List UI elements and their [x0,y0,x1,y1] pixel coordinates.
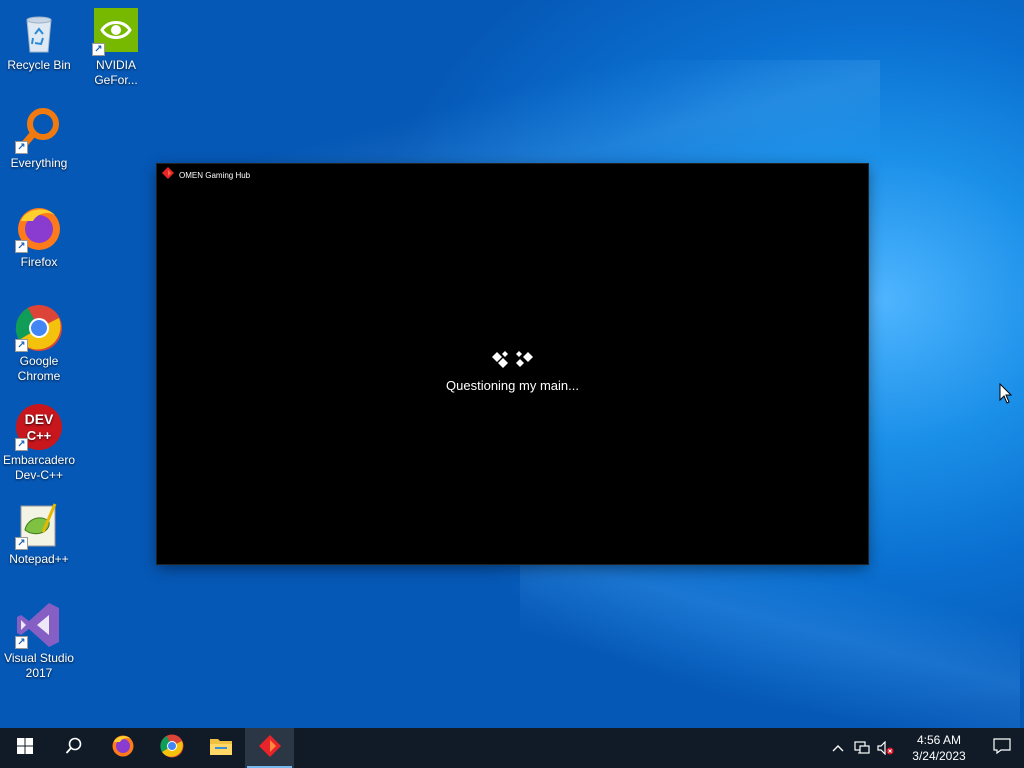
everything-icon: ↗ [15,106,63,154]
omen-gaming-hub-window[interactable]: OMEN Gaming Hub Questioning my main... [157,164,868,564]
taskbar: 4:56 AM 3/24/2023 [0,728,1024,768]
desktop-icon-recycle-bin[interactable]: Recycle Bin [1,8,77,73]
search-button[interactable] [49,728,98,768]
desktop-icon-devcpp[interactable]: DEV C++ ↗ Embarcadero Dev-C++ [1,403,77,483]
recycle-bin-icon [15,8,63,56]
taskbar-file-explorer-button[interactable] [196,728,245,768]
network-icon[interactable] [850,728,874,768]
desktop-icon-notepadpp[interactable]: ↗ Notepad++ [1,502,77,567]
action-center-icon [993,737,1011,759]
svg-text:C++: C++ [27,428,52,443]
shortcut-arrow-icon: ↗ [15,141,28,154]
taskbar-firefox-button[interactable] [98,728,147,768]
chevron-up-icon[interactable] [826,728,850,768]
system-tray: 4:56 AM 3/24/2023 [826,728,1024,768]
devcpp-icon: DEV C++ ↗ [15,403,63,451]
desktop-icon-label: Notepad++ [9,552,69,566]
desktop-icon-label: Embarcadero Dev-C++ [2,453,76,482]
desktop-icon-label: Everything [10,156,68,170]
action-center-button[interactable] [980,728,1024,768]
desktop-icon-label: NVIDIA GeFor... [94,58,138,87]
start-button[interactable] [0,728,49,768]
desktop-icon-label: Firefox [20,255,58,269]
window-title: OMEN Gaming Hub [179,170,251,180]
visual-studio-icon: ↗ [15,601,63,649]
volume-muted-icon[interactable] [874,728,898,768]
wallpaper-light-beam [520,540,1020,730]
shortcut-arrow-icon: ↗ [15,438,28,451]
chrome-icon: ↗ [15,304,63,352]
desktop-icon-nvidia[interactable]: ↗ NVIDIA GeFor... [78,8,154,88]
shortcut-arrow-icon: ↗ [15,636,28,649]
taskbar-chrome-button[interactable] [147,728,196,768]
loading-area: Questioning my main... [157,348,868,393]
shortcut-arrow-icon: ↗ [15,339,28,352]
loading-spinner-icon [157,348,868,370]
nvidia-icon: ↗ [92,8,140,56]
search-icon [65,737,83,760]
folder-icon [209,736,233,761]
shortcut-arrow-icon: ↗ [15,537,28,550]
windows-logo-icon [16,737,33,759]
desktop-icon-label: Recycle Bin [7,58,71,72]
chrome-icon [159,734,184,763]
taskbar-omen-button[interactable] [245,728,294,768]
clock-time: 4:56 AM [916,733,962,747]
svg-text:DEV: DEV [25,411,54,427]
desktop-icon-firefox[interactable]: ↗ Firefox [1,205,77,270]
firefox-icon [111,734,135,763]
taskbar-clock[interactable]: 4:56 AM 3/24/2023 [898,732,980,764]
desktop-icon-chrome[interactable]: ↗ Google Chrome [1,304,77,384]
omen-logo-icon [162,166,174,184]
window-titlebar[interactable]: OMEN Gaming Hub [157,164,868,186]
desktop-icon-label: Google Chrome [17,354,61,383]
firefox-icon: ↗ [15,205,63,253]
clock-date: 3/24/2023 [912,749,966,763]
loading-message: Questioning my main... [446,378,579,393]
desktop-icon-visual-studio[interactable]: ↗ Visual Studio 2017 [1,601,77,681]
omen-icon [257,734,283,762]
shortcut-arrow-icon: ↗ [92,43,105,56]
desktop-icon-everything[interactable]: ↗ Everything [1,106,77,171]
shortcut-arrow-icon: ↗ [15,240,28,253]
desktop-icon-label: Visual Studio 2017 [4,651,74,680]
mouse-cursor-icon [999,382,1013,410]
notepadpp-icon: ↗ [15,502,63,550]
